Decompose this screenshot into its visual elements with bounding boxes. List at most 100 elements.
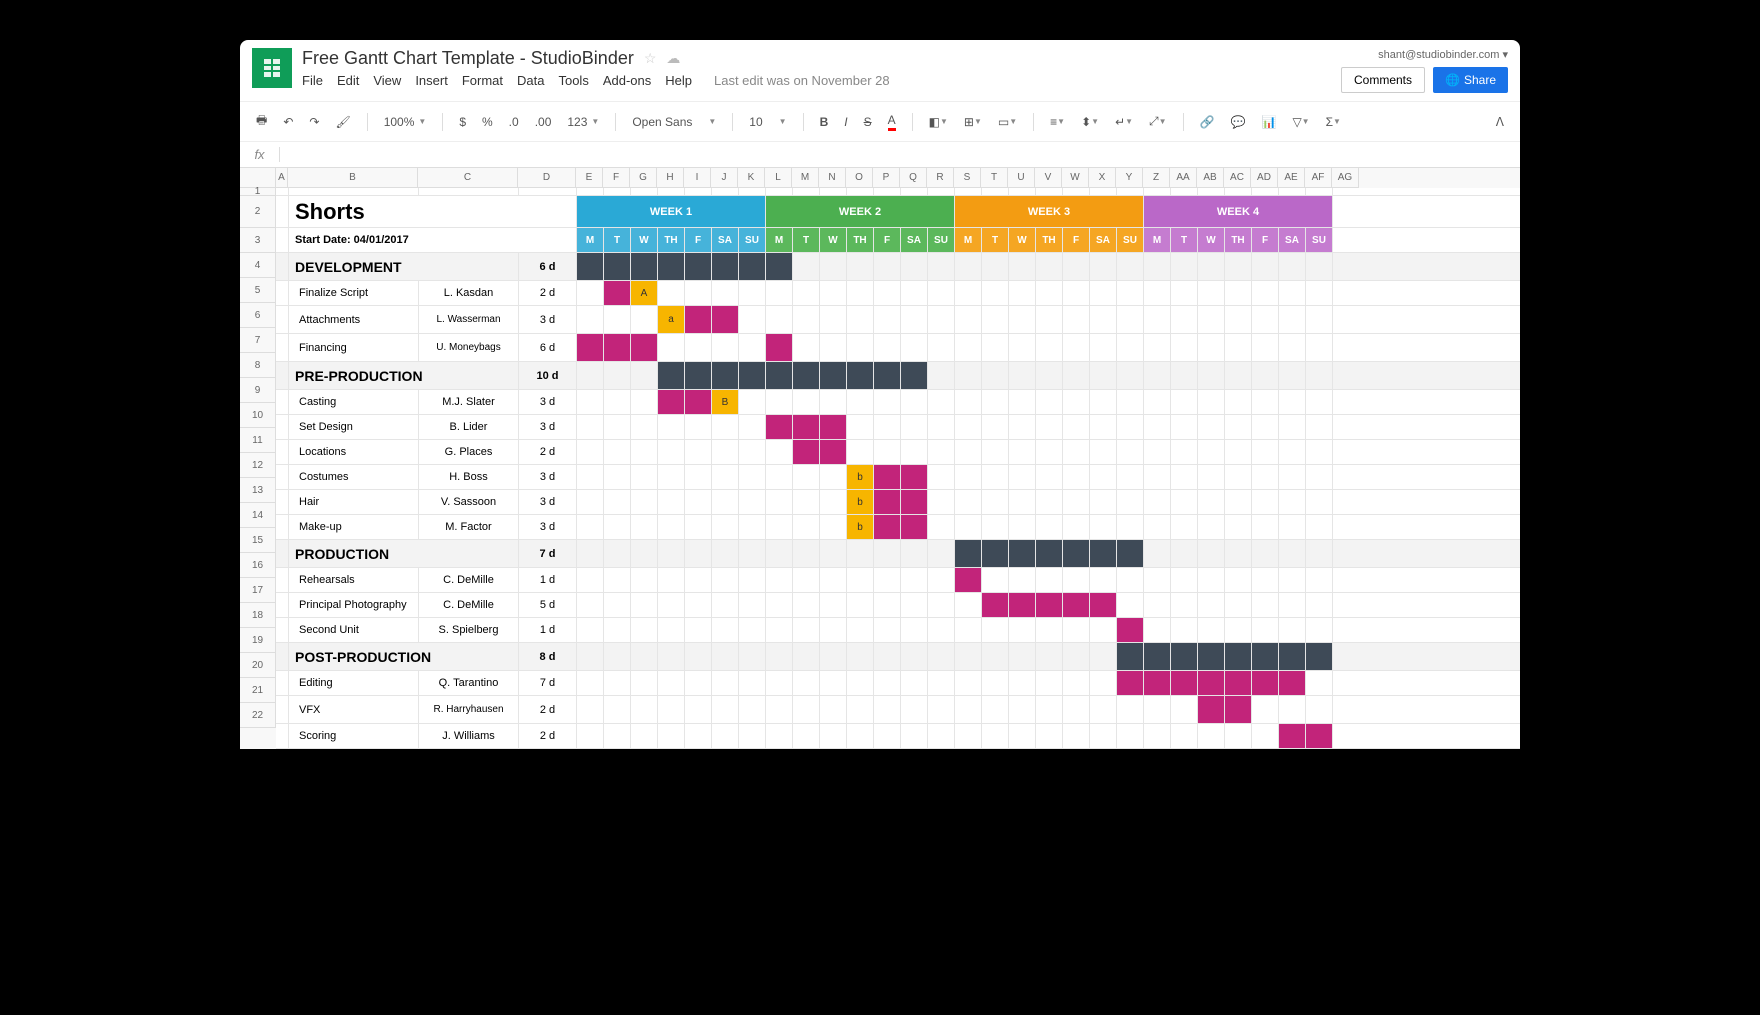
h-align-icon[interactable]: ≡▼	[1046, 112, 1069, 132]
cell[interactable]	[1063, 253, 1090, 280]
cell[interactable]	[928, 306, 955, 333]
cell[interactable]	[1009, 724, 1036, 748]
sheets-logo[interactable]	[252, 48, 292, 88]
cell[interactable]	[276, 465, 289, 489]
cell[interactable]	[1117, 643, 1144, 670]
cell[interactable]	[1306, 415, 1333, 439]
cell[interactable]	[1198, 415, 1225, 439]
cell[interactable]	[874, 281, 901, 305]
cell[interactable]	[276, 362, 289, 389]
cell[interactable]	[766, 671, 793, 695]
cell[interactable]	[1171, 515, 1198, 539]
cell[interactable]	[604, 188, 631, 195]
cell[interactable]	[604, 724, 631, 748]
task-name[interactable]: Editing	[289, 671, 419, 695]
cell[interactable]	[1252, 465, 1279, 489]
cell[interactable]	[1171, 390, 1198, 414]
cell[interactable]	[1225, 671, 1252, 695]
cell[interactable]	[820, 568, 847, 592]
cell[interactable]	[604, 643, 631, 670]
cell[interactable]	[928, 390, 955, 414]
task-owner[interactable]: L. Kasdan	[419, 281, 519, 305]
cell[interactable]	[928, 334, 955, 361]
project-title[interactable]: Shorts	[289, 196, 577, 227]
cell[interactable]	[1306, 390, 1333, 414]
column-header[interactable]: O	[846, 168, 873, 188]
cell[interactable]	[276, 724, 289, 748]
cell[interactable]	[1090, 568, 1117, 592]
cell[interactable]	[1036, 362, 1063, 389]
cell[interactable]	[982, 188, 1009, 195]
cell[interactable]	[1117, 515, 1144, 539]
cell[interactable]	[874, 306, 901, 333]
cell[interactable]	[1117, 253, 1144, 280]
cell[interactable]	[1009, 618, 1036, 642]
cell[interactable]	[631, 540, 658, 567]
cell[interactable]	[1144, 671, 1171, 695]
cell[interactable]	[1063, 306, 1090, 333]
column-header[interactable]: AF	[1305, 168, 1332, 188]
cell[interactable]	[1090, 618, 1117, 642]
row-header[interactable]: 22	[240, 703, 276, 728]
cell[interactable]	[1171, 724, 1198, 748]
cell[interactable]	[712, 540, 739, 567]
cell[interactable]	[901, 515, 928, 539]
cell[interactable]	[847, 440, 874, 464]
cell[interactable]	[874, 724, 901, 748]
cell[interactable]	[955, 306, 982, 333]
cell[interactable]	[874, 188, 901, 195]
cell[interactable]	[577, 440, 604, 464]
cell[interactable]	[1009, 188, 1036, 195]
cell[interactable]	[1225, 490, 1252, 514]
cell[interactable]	[685, 671, 712, 695]
cell[interactable]	[712, 188, 739, 195]
cell[interactable]	[1090, 540, 1117, 567]
cell[interactable]	[1117, 362, 1144, 389]
cell[interactable]	[1306, 540, 1333, 567]
cell[interactable]	[1279, 306, 1306, 333]
cell[interactable]	[685, 618, 712, 642]
task-duration[interactable]: 1 d	[519, 568, 577, 592]
cell[interactable]	[1252, 362, 1279, 389]
cell[interactable]	[1306, 188, 1333, 195]
cell[interactable]	[955, 465, 982, 489]
cell[interactable]	[1198, 515, 1225, 539]
cell[interactable]	[1171, 306, 1198, 333]
menu-insert[interactable]: Insert	[415, 73, 448, 88]
column-header[interactable]: B	[288, 168, 418, 188]
cell[interactable]	[685, 643, 712, 670]
cell[interactable]	[928, 643, 955, 670]
cell[interactable]	[276, 540, 289, 567]
cell[interactable]	[874, 334, 901, 361]
cell[interactable]	[1198, 643, 1225, 670]
cell[interactable]	[874, 618, 901, 642]
cell[interactable]	[1171, 253, 1198, 280]
cell[interactable]	[1144, 696, 1171, 723]
cell[interactable]	[1198, 490, 1225, 514]
cell[interactable]	[685, 306, 712, 333]
cell[interactable]	[604, 568, 631, 592]
cell[interactable]	[847, 334, 874, 361]
task-owner[interactable]: L. Wasserman	[419, 306, 519, 333]
cell[interactable]	[419, 188, 519, 195]
cell[interactable]	[1252, 281, 1279, 305]
redo-icon[interactable]: ↷	[305, 112, 323, 132]
cell[interactable]	[793, 281, 820, 305]
paint-format-icon[interactable]: 🖌	[331, 112, 354, 132]
column-header[interactable]: AD	[1251, 168, 1278, 188]
cell[interactable]	[604, 490, 631, 514]
cell[interactable]	[1252, 540, 1279, 567]
cell[interactable]	[739, 440, 766, 464]
cell[interactable]	[766, 724, 793, 748]
cell[interactable]	[685, 568, 712, 592]
cell[interactable]	[1144, 568, 1171, 592]
column-header[interactable]: W	[1062, 168, 1089, 188]
cell[interactable]	[874, 253, 901, 280]
column-header[interactable]: Z	[1143, 168, 1170, 188]
cell[interactable]	[1009, 415, 1036, 439]
cell[interactable]	[766, 515, 793, 539]
cell[interactable]	[1036, 671, 1063, 695]
collapse-toolbar-icon[interactable]: ᐱ	[1492, 112, 1508, 132]
cell[interactable]	[685, 515, 712, 539]
cell[interactable]	[631, 253, 658, 280]
